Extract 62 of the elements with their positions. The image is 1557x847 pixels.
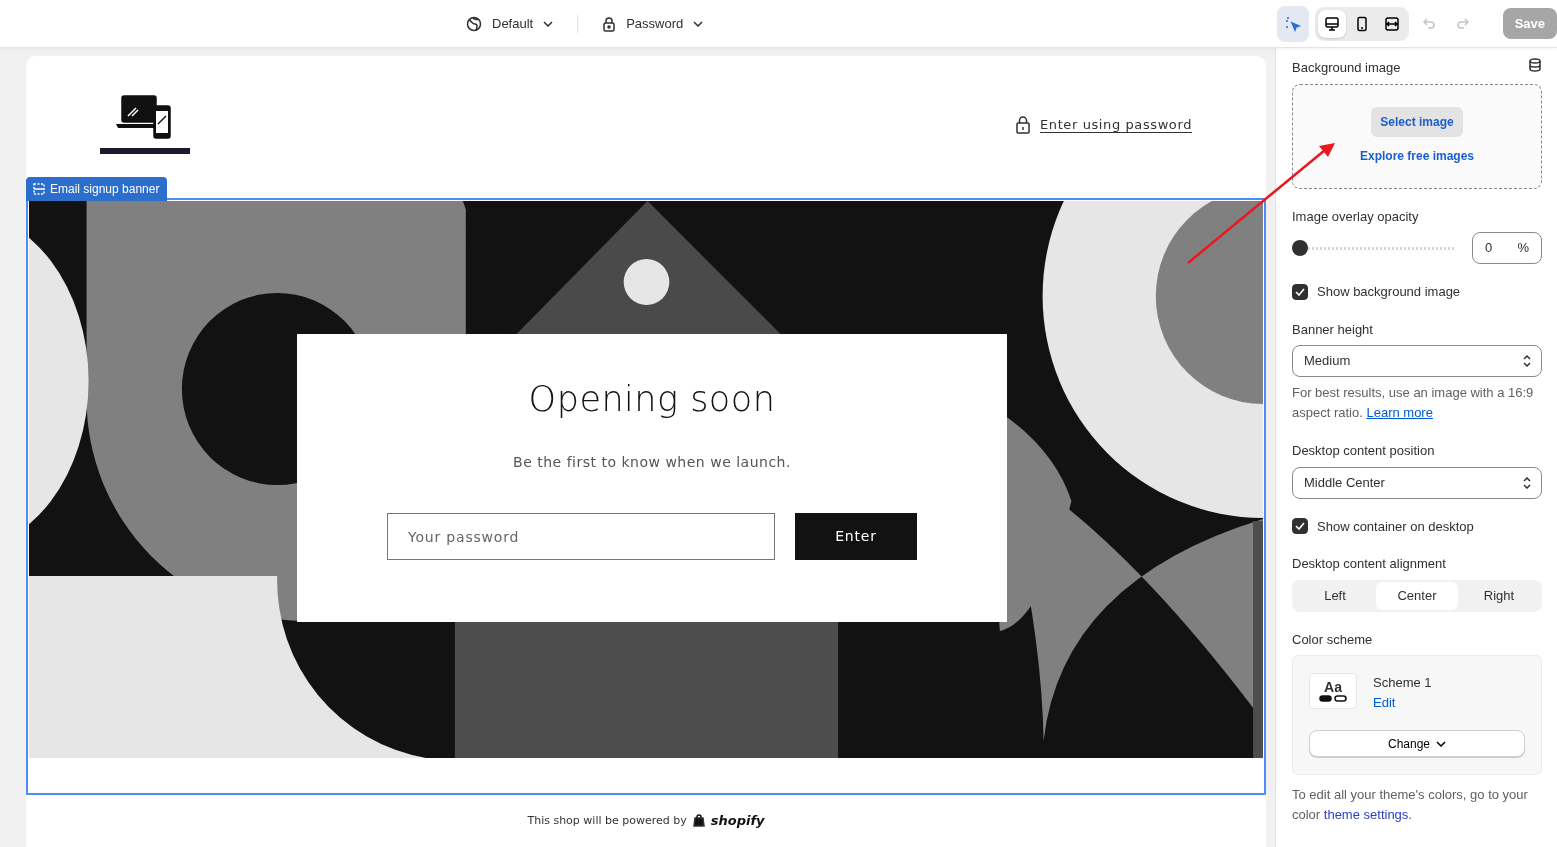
database-icon	[1528, 58, 1542, 72]
note-text: To edit all your theme's colors, go to your color theme settings.	[1292, 786, 1529, 824]
footer-text: This shop will be powered by	[527, 812, 687, 829]
field-label: Background image	[1292, 59, 1401, 77]
lock-icon	[602, 16, 617, 32]
alignment-option[interactable]: Left	[1294, 581, 1376, 610]
shopping-bag-icon	[692, 814, 705, 828]
expand-icon	[1383, 15, 1400, 32]
theme-selector[interactable]: Default	[460, 10, 560, 38]
chevron-down-icon	[543, 21, 554, 27]
opacity-field[interactable]: 0 %	[1472, 232, 1542, 264]
cursor-select-icon	[1284, 15, 1301, 32]
undo-icon	[1420, 15, 1437, 32]
redo-icon	[1454, 15, 1471, 32]
banner-subtext: Be the first to know when we launch.	[513, 453, 791, 472]
image-drop-zone[interactable]: Select image Explore free images	[1292, 83, 1542, 189]
field-label: Desktop content alignment	[1292, 555, 1446, 573]
swatch-sample-text: Aa	[1324, 680, 1342, 695]
select-image-button[interactable]: Select image	[1371, 107, 1463, 137]
monitor-icon	[1323, 15, 1340, 32]
slider-thumb[interactable]	[1292, 240, 1308, 256]
check-icon	[1295, 287, 1305, 296]
field-label: Image overlay opacity	[1292, 207, 1419, 226]
select-arrows-icon	[1523, 476, 1531, 489]
field-label: Color scheme	[1292, 630, 1373, 649]
help-text: For best results, use an image with a 16:9 aspect ratio. Learn more	[1292, 384, 1535, 422]
alignment-option[interactable]: Center	[1376, 581, 1458, 610]
change-button[interactable]: Change	[1309, 730, 1525, 757]
section-icon	[33, 183, 45, 195]
scheme-name: Scheme 1	[1373, 674, 1432, 692]
field-label: Banner height	[1292, 320, 1373, 339]
select-field[interactable]: Medium	[1292, 345, 1542, 377]
checkbox[interactable]	[1292, 283, 1308, 300]
select-arrows-icon	[1523, 355, 1531, 367]
chevron-down-icon	[1436, 740, 1446, 747]
devices-logo	[116, 94, 174, 142]
section-label-text: Email signup banner	[50, 181, 160, 198]
edit-link[interactable]: Edit	[1373, 692, 1432, 712]
globe-icon	[466, 16, 482, 32]
checkbox[interactable]	[1292, 518, 1308, 535]
checkbox-label: Show container on desktop	[1317, 517, 1474, 536]
chevron-down-icon	[693, 21, 704, 27]
brand-name: shopify	[710, 812, 765, 830]
view-button[interactable]	[1317, 9, 1346, 38]
learn-more-link[interactable]: Learn more	[1366, 405, 1433, 420]
section-label[interactable]: Email signup banner	[26, 177, 168, 201]
padlock-icon	[1016, 115, 1030, 134]
select-field[interactable]: Middle Center	[1292, 466, 1542, 499]
field-value: 0	[1485, 239, 1493, 258]
check-icon	[1295, 522, 1305, 531]
inspector-button[interactable]	[1276, 5, 1309, 42]
checkbox-label: Show background image	[1317, 283, 1461, 301]
banner-heading: Opening soon	[528, 378, 776, 420]
button-shapes-icon	[1319, 695, 1347, 702]
enter-button[interactable]: Enter	[795, 513, 917, 560]
alignment-option[interactable]: Right	[1458, 581, 1540, 610]
page-selector[interactable]: Password	[596, 10, 710, 38]
explore-images-link[interactable]: Explore free images	[1359, 147, 1475, 165]
field-label: Desktop content position	[1292, 442, 1435, 460]
enter-password-link[interactable]: Enter using password	[1040, 115, 1192, 135]
password-field[interactable]: Your password	[387, 513, 775, 560]
unit-text: %	[1517, 239, 1529, 258]
